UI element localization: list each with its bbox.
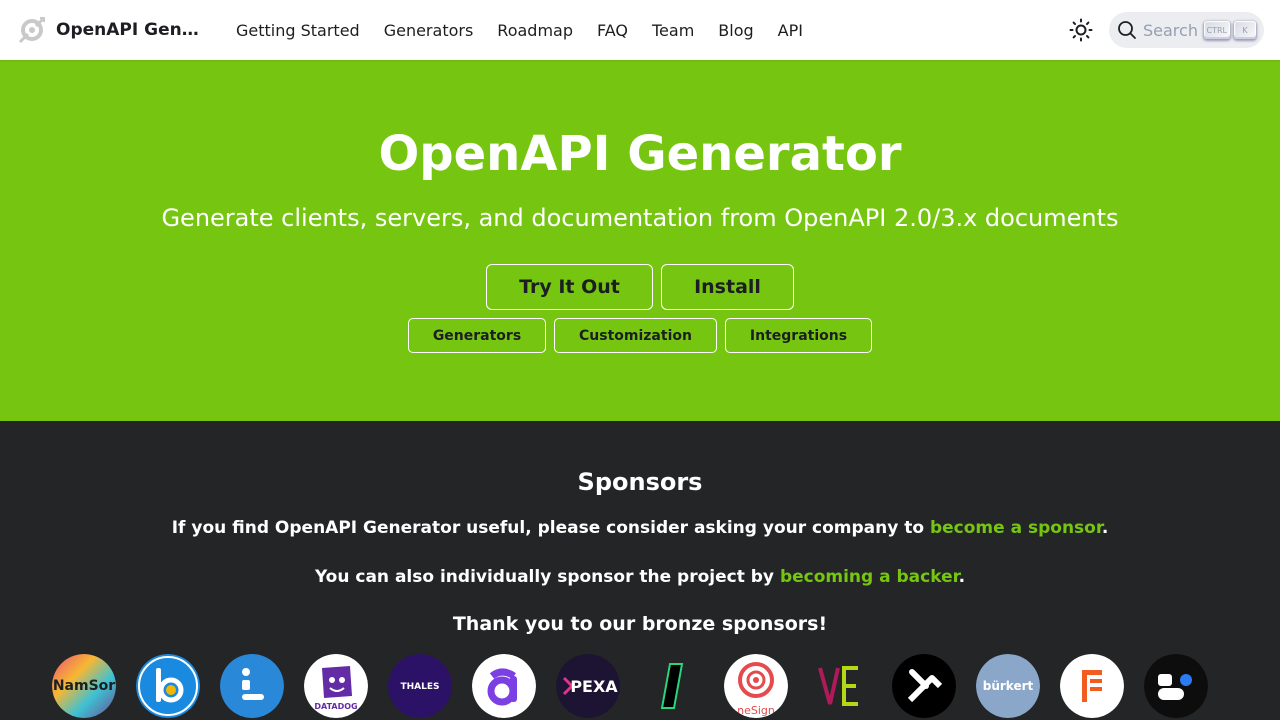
backer-suffix: .	[958, 567, 966, 587]
search-shortcut: CTRL K	[1200, 21, 1256, 39]
svg-text:NamSor: NamSor	[53, 678, 115, 694]
sponsor-request-text: If you find OpenAPI Generator useful, pl…	[0, 518, 1280, 538]
search-icon	[1118, 21, 1136, 39]
integrations-button[interactable]: Integrations	[725, 318, 872, 353]
nav-getting-started[interactable]: Getting Started	[224, 21, 372, 40]
sponsor-logo-black-b[interactable]	[1144, 654, 1208, 718]
search-label: Search	[1143, 20, 1198, 40]
nav-blog[interactable]: Blog	[706, 21, 765, 40]
customization-button[interactable]: Customization	[554, 318, 717, 353]
sponsor-logo-green-slash[interactable]	[640, 654, 704, 718]
hero-primary-buttons: Try It Out Install	[0, 264, 1280, 310]
hero-title: OpenAPI Generator	[378, 126, 902, 182]
hero-banner: OpenAPI Generator Generate clients, serv…	[0, 60, 1280, 421]
sponsor-logo-blue-lines[interactable]	[220, 654, 284, 718]
sponsor-logo-datadog[interactable]: DATADOG	[304, 654, 368, 718]
nav-team[interactable]: Team	[640, 21, 706, 40]
sponsor-logo-a[interactable]	[472, 654, 536, 718]
sponsor-request-prefix: If you find OpenAPI Generator useful, pl…	[171, 518, 930, 538]
theme-toggle-button[interactable]	[1065, 14, 1097, 46]
nav-roadmap[interactable]: Roadmap	[485, 21, 585, 40]
k-key: K	[1234, 21, 1256, 39]
nav-links: Getting Started Generators Roadmap FAQ T…	[224, 21, 815, 40]
sponsor-request-suffix: .	[1101, 518, 1109, 538]
sponsor-logo-orange-f[interactable]	[1060, 654, 1124, 718]
sponsor-logo-pexa[interactable]: PEXA	[556, 654, 620, 718]
sponsor-logo-arrow[interactable]	[892, 654, 956, 718]
nav-api[interactable]: API	[766, 21, 815, 40]
search-button[interactable]: Search CTRL K	[1109, 12, 1264, 48]
hero-secondary-buttons: Generators Customization Integrations	[0, 318, 1280, 353]
sponsors-section: Sponsors If you find OpenAPI Generator u…	[0, 421, 1280, 720]
sponsor-logo-burkert[interactable]: bürkert	[976, 654, 1040, 718]
generators-button[interactable]: Generators	[408, 318, 546, 353]
sponsor-logo-ve[interactable]	[808, 654, 872, 718]
sponsor-logo-onesignal[interactable]: neSign	[724, 654, 788, 718]
sponsor-logo-thales[interactable]: THALES	[388, 654, 452, 718]
openapi-logo-icon	[16, 14, 48, 46]
svg-text:neSign: neSign	[737, 704, 775, 717]
ctrl-key: CTRL	[1203, 21, 1230, 39]
brand-title: OpenAPI Generator	[56, 20, 204, 40]
sponsor-logo-namsor[interactable]: NamSor	[52, 654, 116, 718]
nav-faq[interactable]: FAQ	[585, 21, 640, 40]
bronze-sponsors-heading: Thank you to our bronze sponsors!	[452, 613, 828, 635]
nav-generators[interactable]: Generators	[372, 21, 486, 40]
sponsors-title: Sponsors	[577, 468, 703, 496]
backer-prefix: You can also individually sponsor the pr…	[314, 567, 780, 587]
brand-link[interactable]: OpenAPI Generator	[16, 14, 204, 46]
try-it-out-button[interactable]: Try It Out	[486, 264, 653, 310]
hero-subtitle: Generate clients, servers, and documenta…	[161, 204, 1119, 232]
navbar: OpenAPI Generator Getting Started Genera…	[0, 0, 1280, 60]
svg-text:bürkert: bürkert	[983, 679, 1034, 693]
backer-text: You can also individually sponsor the pr…	[0, 567, 1280, 587]
becoming-backer-link[interactable]: becoming a backer	[780, 567, 959, 587]
nav-right: Search CTRL K	[1065, 12, 1264, 48]
install-button[interactable]: Install	[661, 264, 794, 310]
svg-text:THALES: THALES	[400, 682, 439, 692]
sponsor-logos: NamSor DATADOG THALES PEXA neSign bürker…	[52, 654, 1208, 718]
svg-text:DATADOG: DATADOG	[314, 702, 357, 711]
sponsor-logo-b[interactable]	[136, 654, 200, 718]
sun-icon	[1069, 18, 1093, 42]
svg-text:PEXA: PEXA	[570, 677, 618, 696]
become-sponsor-link[interactable]: become a sponsor	[930, 518, 1102, 538]
